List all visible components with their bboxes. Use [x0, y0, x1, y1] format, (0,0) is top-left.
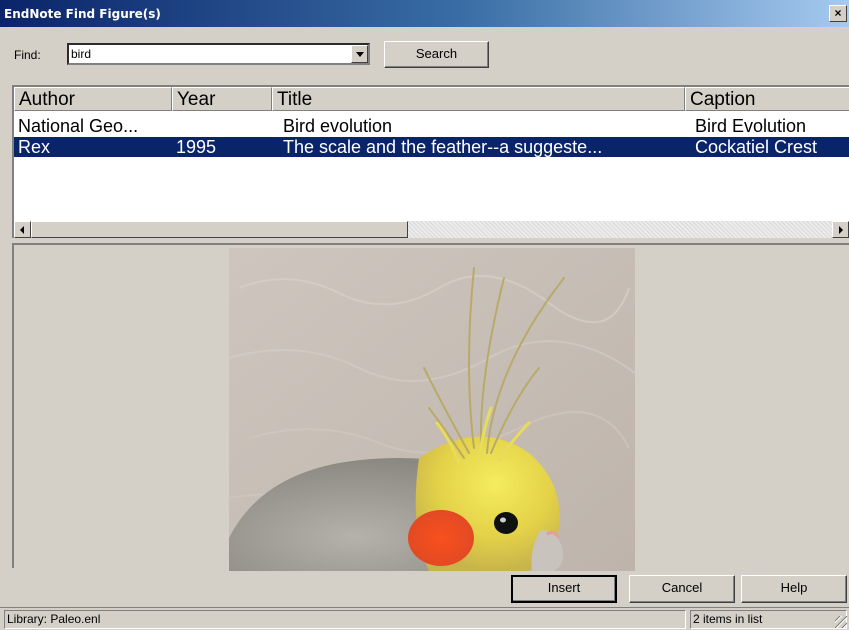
author-cell: Rex — [18, 137, 51, 157]
scrollbar-thumb[interactable] — [31, 221, 408, 238]
list-item[interactable]: National Geo... Bird evolution Bird Evol… — [14, 116, 849, 136]
horizontal-scrollbar[interactable] — [14, 221, 849, 238]
status-bar: Library: Paleo.enl 2 items in list — [0, 607, 849, 630]
column-header-author[interactable]: Author — [14, 87, 172, 111]
figure-preview-pane — [12, 243, 849, 571]
items-count-status: 2 items in list — [690, 610, 847, 629]
find-input[interactable] — [71, 46, 341, 62]
column-header-title[interactable]: Title — [272, 87, 685, 111]
insert-button[interactable]: Insert — [511, 575, 617, 603]
help-button[interactable]: Help — [741, 575, 847, 603]
column-header-year[interactable]: Year — [172, 87, 272, 111]
resize-grip-icon[interactable] — [835, 616, 847, 628]
search-button[interactable]: Search — [384, 41, 489, 68]
figure-list[interactable]: Author Year Title Caption National Geo..… — [12, 85, 849, 238]
author-cell: National Geo... — [18, 116, 139, 136]
year-cell: 1995 — [176, 137, 217, 157]
cancel-button[interactable]: Cancel — [629, 575, 735, 603]
caption-cell: Cockatiel Crest — [695, 137, 818, 157]
list-item-selected[interactable]: Rex 1995 The scale and the feather--a su… — [14, 137, 849, 157]
close-icon[interactable]: × — [829, 5, 847, 22]
cockatiel-photo — [229, 248, 635, 571]
scroll-right-icon[interactable] — [832, 221, 849, 238]
scroll-left-icon[interactable] — [14, 221, 31, 238]
column-header-caption[interactable]: Caption — [685, 87, 849, 111]
title-bar[interactable]: EndNote Find Figure(s) × — [0, 0, 849, 27]
window-title: EndNote Find Figure(s) — [4, 7, 161, 21]
chevron-down-icon[interactable] — [351, 45, 368, 63]
find-combobox[interactable] — [67, 43, 370, 65]
library-status: Library: Paleo.enl — [4, 610, 686, 629]
caption-cell: Bird Evolution — [695, 116, 807, 136]
title-cell: Bird evolution — [283, 116, 393, 136]
find-label: Find: — [14, 48, 41, 62]
title-cell: The scale and the feather--a suggeste... — [283, 137, 603, 157]
list-header: Author Year Title Caption — [14, 87, 849, 111]
